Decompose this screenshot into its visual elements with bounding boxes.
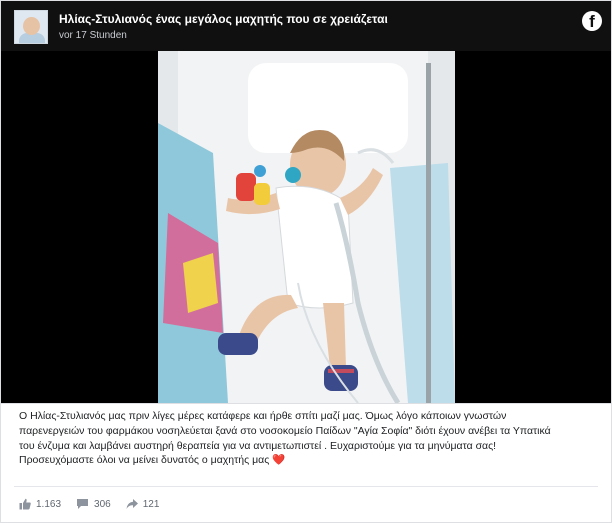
heart-emoji: ❤️ [272, 454, 286, 467]
share-arrow-icon [126, 499, 138, 509]
post-header: Ηλίας-Στυλιανός ένας μεγάλος μαχητής που… [1, 1, 611, 51]
page-avatar[interactable] [14, 10, 48, 44]
caption-line: του ένζυμα και λαμβάνει αυστηρή θεραπεία… [19, 439, 497, 452]
caption-line: παρενεργειών του φαρμάκου νοσηλεύεται ξα… [19, 424, 551, 437]
caption-line-text: Προσευχόμαστε όλοι να μείνει δυνατός ο μ… [19, 454, 270, 467]
comment-count: 306 [94, 498, 111, 510]
post-caption: Ο Ηλίας-Στυλιανός μας πριν λίγες μέρες κ… [19, 409, 599, 468]
like-stat[interactable]: 1.163 [19, 498, 61, 510]
caption-line: Ο Ηλίας-Στυλιανός μας πριν λίγες μέρες κ… [19, 410, 507, 422]
engagement-stats: 1.163 306 121 [19, 496, 174, 512]
comment-icon [77, 499, 89, 509]
post-timestamp[interactable]: vor 17 Stunden [59, 30, 127, 41]
facebook-icon[interactable]: f [582, 11, 602, 31]
thumbs-up-icon [19, 498, 31, 510]
caption-line: Προσευχόμαστε όλοι να μείνει δυνατός ο μ… [19, 453, 599, 468]
page-name-link[interactable]: Ηλίας-Στυλιανός ένας μεγάλος μαχητής που… [59, 12, 388, 26]
like-count: 1.163 [36, 498, 62, 510]
stats-divider [14, 486, 598, 487]
facebook-post-card: Ηλίας-Στυλιανός ένας μεγάλος μαχητής που… [0, 0, 612, 523]
post-photo[interactable] [1, 51, 611, 403]
share-stat[interactable]: 121 [126, 498, 160, 510]
media-divider [1, 403, 611, 404]
comment-stat[interactable]: 306 [76, 498, 111, 510]
baby-hospital-photo [158, 51, 455, 403]
share-count: 121 [142, 498, 160, 510]
